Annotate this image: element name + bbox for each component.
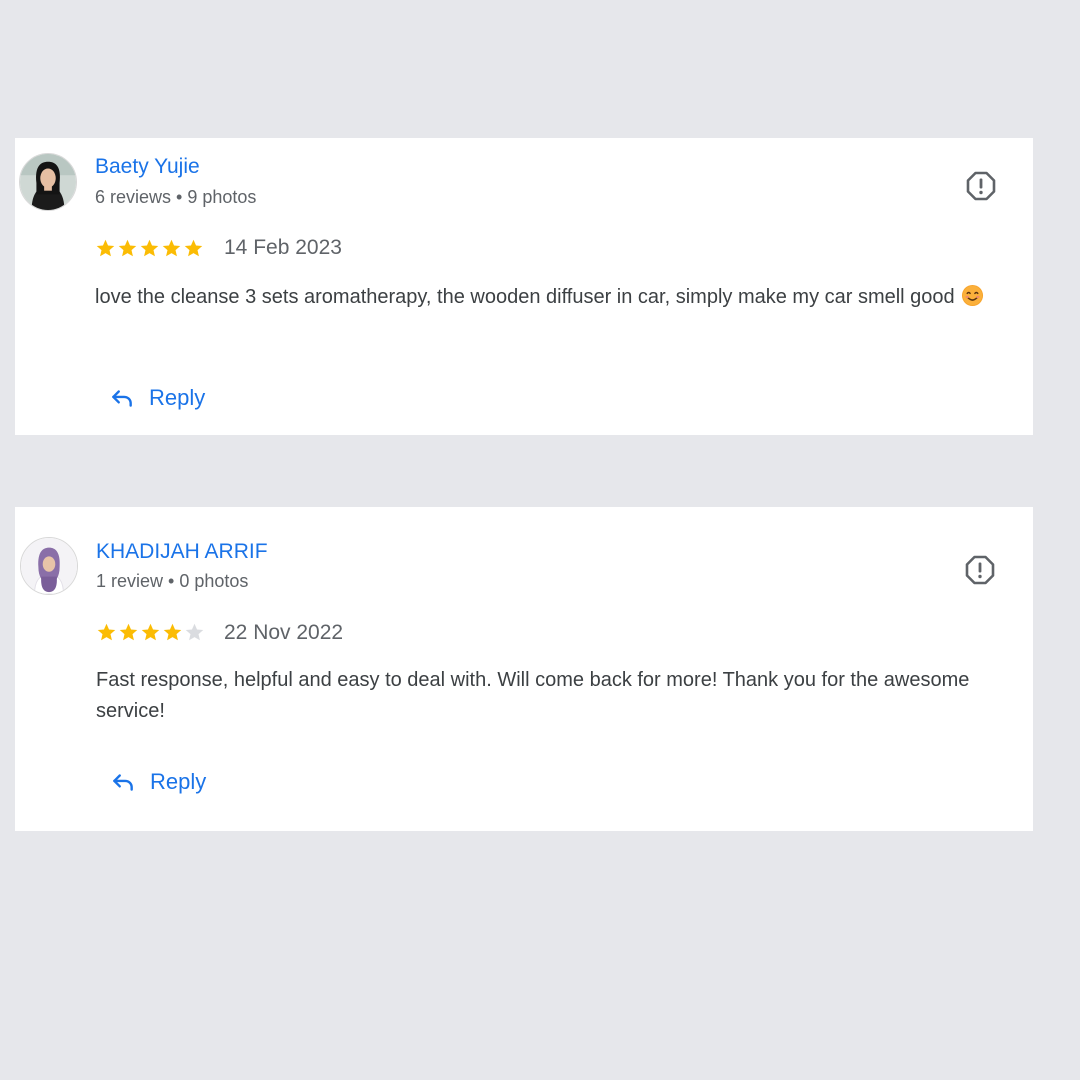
review-date: 14 Feb 2023: [224, 236, 342, 259]
reply-button[interactable]: Reply: [110, 769, 206, 795]
star-icon: [141, 623, 160, 641]
review-text-content: love the cleanse 3 sets aromatherapy, th…: [95, 286, 955, 308]
review-card: KHADIJAH ARRIF 1 review • 0 photos 22 No…: [15, 507, 1033, 831]
star-icon: [185, 623, 204, 641]
review-text: love the cleanse 3 sets aromatherapy, th…: [95, 282, 1025, 313]
report-icon[interactable]: [964, 554, 996, 586]
avatar[interactable]: [19, 153, 77, 211]
star-icon: [119, 623, 138, 641]
report-icon[interactable]: [965, 170, 997, 202]
review-card: Baety Yujie 6 reviews • 9 photos 14 Feb …: [15, 138, 1033, 435]
star-icon: [162, 239, 181, 257]
star-icon: [140, 239, 159, 257]
author-meta: 1 review • 0 photos: [96, 571, 249, 591]
star-icon: [97, 623, 116, 641]
reply-label: Reply: [149, 385, 206, 410]
author-name[interactable]: KHADIJAH ARRIF: [96, 540, 268, 564]
reply-label: Reply: [150, 769, 207, 794]
star-icon: [163, 623, 182, 641]
reply-arrow-icon: [112, 390, 132, 407]
star-icon: [96, 239, 115, 257]
author-meta: 6 reviews • 9 photos: [95, 187, 257, 207]
review-text: Fast response, helpful and easy to deal …: [96, 669, 970, 722]
review-date: 22 Nov 2022: [224, 621, 344, 644]
star-icon: [184, 239, 203, 257]
reply-button[interactable]: Reply: [109, 385, 205, 411]
reply-arrow-icon: [113, 774, 133, 791]
author-name[interactable]: Baety Yujie: [95, 155, 200, 179]
star-rating: [96, 622, 205, 643]
smiling-face-icon: [961, 284, 983, 307]
star-rating: [95, 238, 204, 259]
avatar[interactable]: [20, 537, 78, 595]
star-icon: [118, 239, 137, 257]
